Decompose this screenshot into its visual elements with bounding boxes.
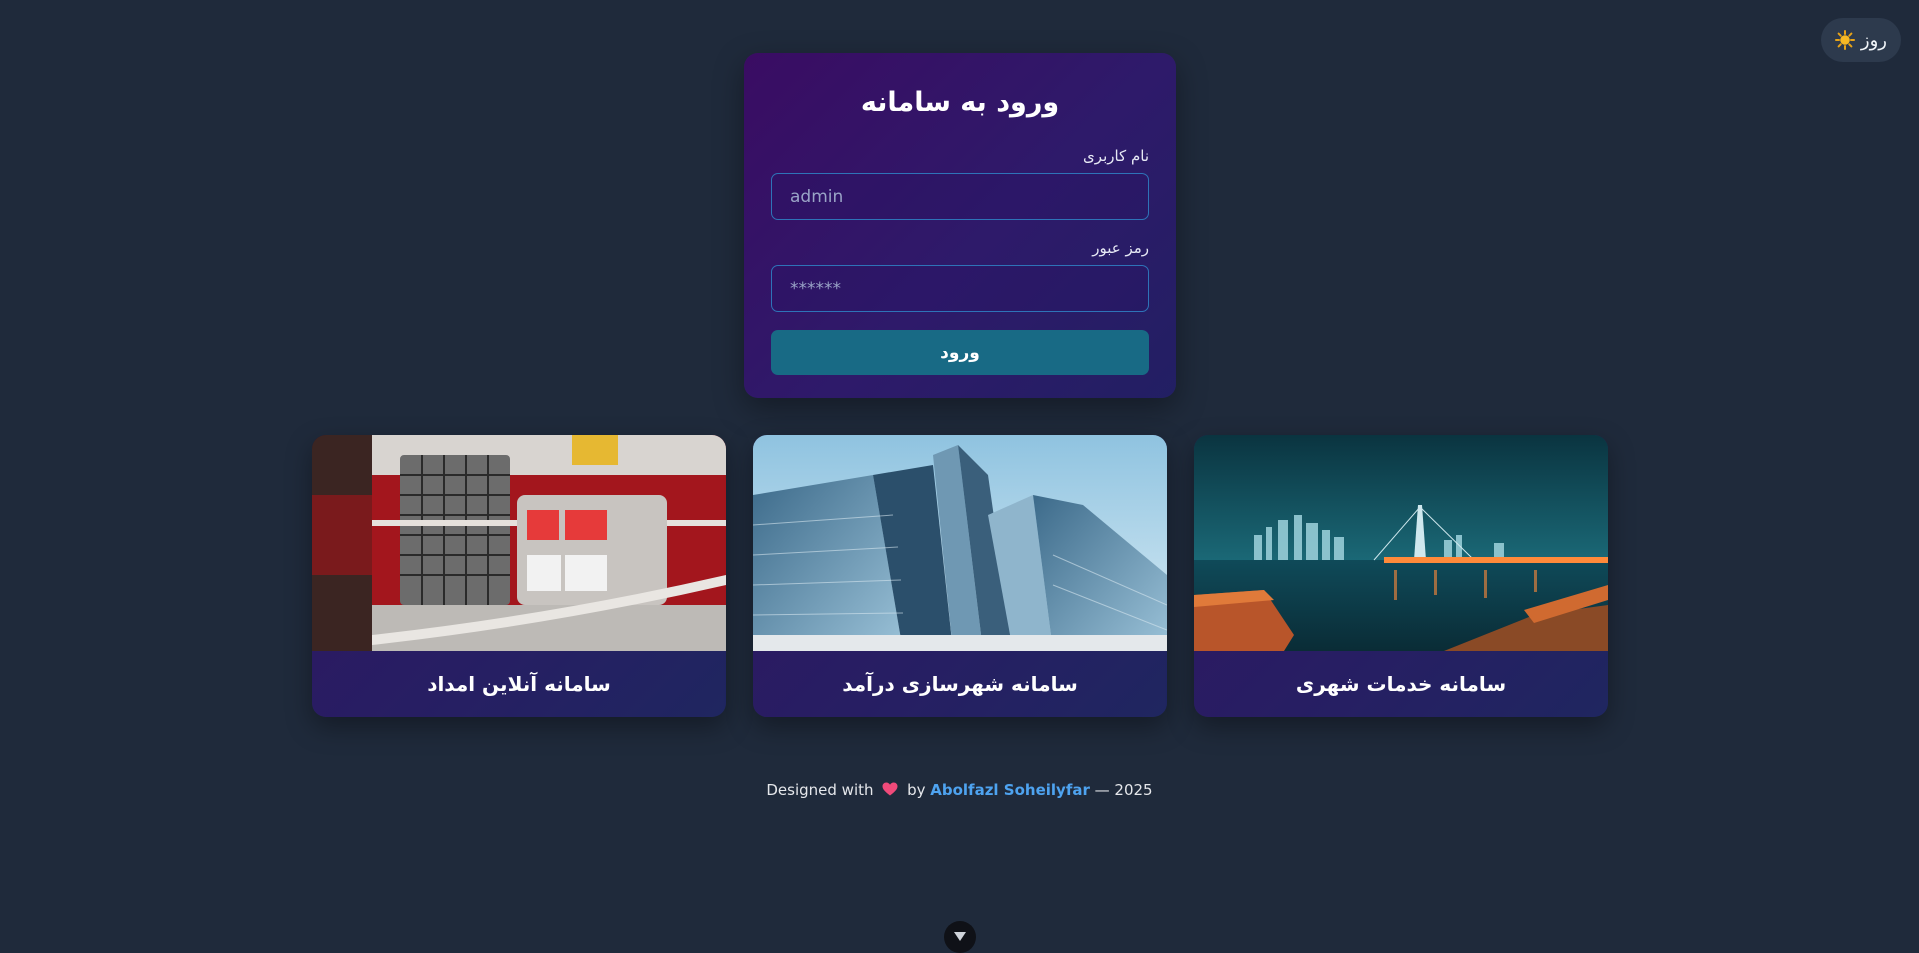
chevron-down-icon — [952, 921, 968, 948]
skyscrapers-photo — [753, 435, 1167, 651]
author-link[interactable]: Abolfazl Soheilyfar — [930, 781, 1090, 799]
sun-icon — [1834, 30, 1855, 50]
card-emergency-system[interactable]: سامانه آنلاین امداد — [312, 435, 726, 717]
footer-prefix: Designed with — [766, 781, 874, 799]
username-input[interactable] — [771, 173, 1149, 220]
card-title: سامانه آنلاین امداد — [427, 672, 611, 696]
login-title: ورود به سامانه — [860, 87, 1060, 118]
footer-suffix: — 2025 — [1094, 781, 1153, 799]
card-title: سامانه خدمات شهری — [1295, 672, 1507, 696]
login-button[interactable]: ورود — [771, 330, 1149, 375]
heart-icon — [882, 782, 898, 800]
footer: Designed with by Abolfazl Soheilyfar — 2… — [0, 781, 1919, 800]
theme-toggle-label: روز — [1860, 29, 1887, 51]
username-label: نام کاربری — [1083, 147, 1149, 165]
password-input[interactable] — [771, 265, 1149, 312]
scroll-down-button[interactable] — [944, 921, 976, 953]
password-label: رمز عبور — [1092, 239, 1149, 257]
fire-truck-photo — [312, 435, 726, 651]
card-title: سامانه شهرسازی درآمد — [842, 672, 1078, 696]
login-card: ورود به سامانه نام کاربری رمز عبور ورود — [744, 53, 1176, 398]
card-urban-revenue-system[interactable]: سامانه شهرسازی درآمد — [753, 435, 1167, 717]
systems-cards: سامانه آنلاین امداد سامانه شهرسازی درآمد… — [312, 435, 1608, 717]
card-urban-services-system[interactable]: سامانه خدمات شهری — [1194, 435, 1608, 717]
theme-toggle-button[interactable]: روز — [1820, 18, 1901, 62]
city-night-bridge-photo — [1194, 435, 1608, 651]
footer-by: by — [907, 781, 926, 799]
